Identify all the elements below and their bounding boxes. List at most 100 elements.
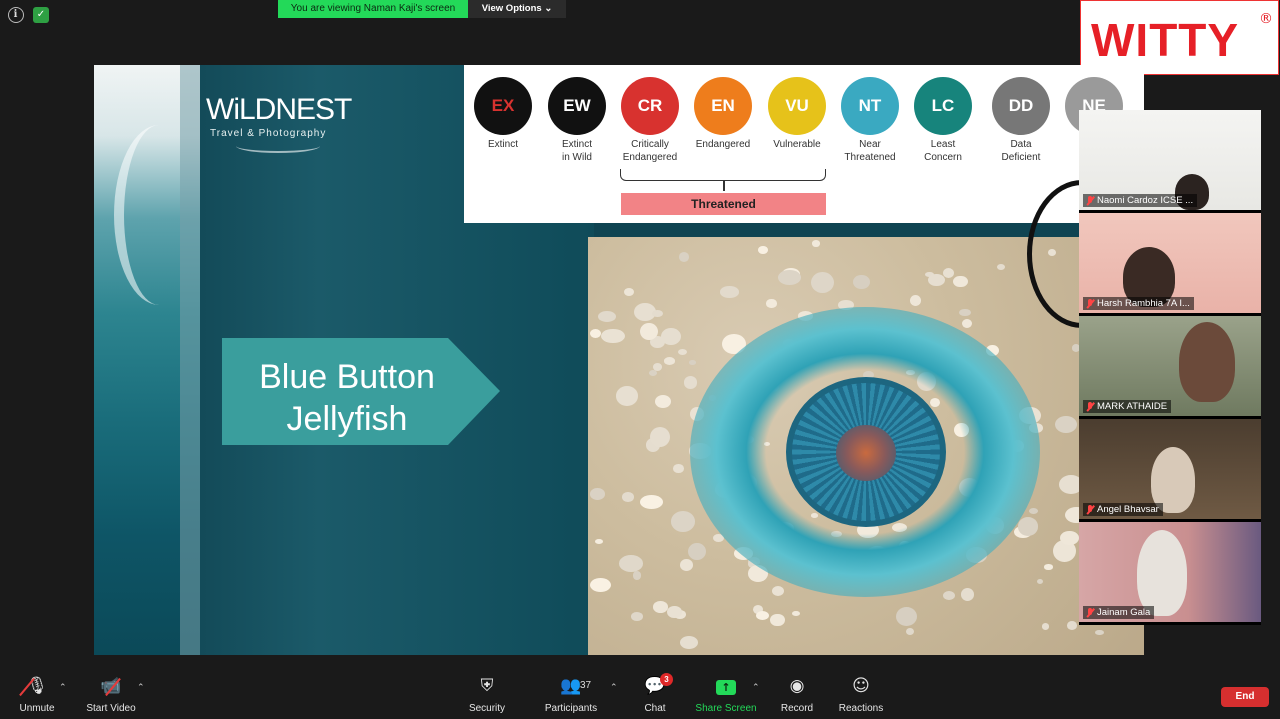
iucn-category-label: Near Threatened [844, 139, 896, 163]
sand-pebble [720, 286, 740, 298]
participant-name: Harsh Rambhia 7A I... [1083, 297, 1194, 310]
iucn-category-ew: EW Extinct in Wild [541, 77, 613, 164]
sand-pebble [1028, 508, 1038, 514]
sand-pebble [1066, 620, 1078, 630]
participant-tile[interactable]: Harsh Rambhia 7A I... [1079, 213, 1261, 313]
sand-pebble [996, 264, 1005, 271]
sand-pebble [962, 318, 973, 328]
sand-pebble [589, 329, 601, 339]
participant-video-strip[interactable]: Naomi Cardoz ICSE ... Harsh Rambhia 7A I… [1079, 110, 1261, 625]
iucn-category-code: VU [768, 77, 826, 135]
sand-pebble [1044, 564, 1053, 570]
participant-tile[interactable]: MARK ATHAIDE [1079, 316, 1261, 416]
participant-count: 37 [580, 680, 592, 691]
security-button[interactable]: ⛨ Security [442, 675, 532, 719]
sand-pebble [688, 360, 697, 365]
smiley-icon: ☺ [852, 676, 870, 696]
sand-pebble [959, 308, 972, 317]
sand-pebble [639, 494, 664, 510]
sand-pebble [621, 492, 634, 503]
muted-mic-icon [1085, 401, 1095, 412]
sand-pebble [600, 328, 625, 344]
iucn-category-lc: LC Least Concern [907, 77, 979, 164]
sand-pebble [766, 299, 777, 308]
reactions-button[interactable]: ☺ Reactions [816, 675, 906, 719]
iucn-category-code: CR [621, 77, 679, 135]
sand-pebble [909, 295, 921, 307]
sand-pebble [771, 586, 784, 597]
iucn-category-code: EW [548, 77, 606, 135]
share-screen-icon: ↑ [716, 680, 736, 695]
participants-icon: 👥 37 [560, 676, 592, 696]
iucn-category-label: Extinct in Wild [561, 139, 592, 163]
sand-pebble [678, 348, 688, 355]
sand-pebble [1060, 530, 1080, 546]
iucn-category-label: Critically Endangered [622, 139, 678, 163]
sand-pebble [811, 240, 820, 247]
logo-swoosh-icon [236, 139, 320, 153]
iucn-category-nt: NT Near Threatened [834, 77, 906, 164]
muted-mic-icon [1085, 504, 1095, 515]
slide-title-line-2: Jellyfish [286, 400, 408, 438]
video-options-caret-icon[interactable]: ⌃ [137, 683, 147, 693]
sand-pebble [943, 590, 956, 601]
sand-pebble [905, 627, 915, 636]
logo-tagline: Travel & Photography [210, 128, 327, 139]
sand-pebble [1017, 517, 1039, 536]
participant-tile[interactable]: Angel Bhavsar [1079, 419, 1261, 519]
sand-pebble [680, 636, 699, 650]
iucn-category-cr: CR Critically Endangered [614, 77, 686, 164]
participants-button[interactable]: 👥 37 Participants [526, 675, 616, 719]
sand-pebble [661, 327, 682, 345]
muted-mic-icon [1085, 298, 1095, 309]
view-options-button[interactable]: View Options ⌄ [468, 0, 566, 18]
wildnest-logo: WiLDNEST Travel & Photography [206, 93, 356, 157]
logo-wordmark: WiLDNEST [206, 93, 352, 126]
sand-pebble [1095, 629, 1105, 636]
sand-pebble [778, 270, 802, 285]
sand-pebble [615, 386, 638, 406]
slide-title-banner: Blue Button Jellyfish [222, 338, 502, 445]
sand-pebble [687, 542, 706, 561]
start-video-button[interactable]: 📹 Start Video [66, 675, 156, 719]
iucn-status-panel: EX Extinct EW Extinct in Wild CR Critically E… [464, 65, 1144, 223]
sand-pebble [953, 275, 968, 288]
iucn-category-vu: VU Vulnerable [761, 77, 833, 151]
registered-mark: ® [1259, 11, 1273, 27]
iucn-category-ex: EX Extinct [467, 77, 539, 151]
sand-pebble [679, 252, 690, 262]
sand-pebble [758, 245, 768, 254]
threatened-bracket [620, 169, 826, 181]
encryption-shield-icon[interactable] [33, 7, 49, 23]
iucn-category-en: EN Endangered [687, 77, 759, 151]
iucn-category-label: Data Deficient [1001, 139, 1041, 163]
threatened-bracket-tick [723, 181, 725, 191]
shared-screen-slide: WiLDNEST Travel & Photography Blue Butto… [94, 65, 1144, 655]
sand-pebble [589, 577, 612, 593]
sand-pebble [1036, 578, 1043, 584]
sand-pebble [679, 559, 693, 572]
iucn-category-code: EN [694, 77, 752, 135]
slide-title-line-1: Blue Button [259, 358, 435, 396]
participant-name: Jainam Gala [1083, 606, 1155, 619]
sand-pebble [1041, 623, 1050, 630]
iucn-category-code: LC [914, 77, 972, 135]
participant-tile[interactable]: Naomi Cardoz ICSE ... [1079, 110, 1261, 210]
participant-tile[interactable]: Jainam Gala [1079, 522, 1261, 622]
iucn-category-code: EX [474, 77, 532, 135]
iucn-category-code: NT [841, 77, 899, 135]
sand-pebble [684, 376, 698, 389]
brand-wordmark: WITTY [1091, 14, 1240, 66]
sand-pebble [651, 309, 663, 317]
sand-pebble [895, 607, 918, 627]
sand-pebble [853, 274, 870, 289]
info-icon[interactable] [8, 7, 24, 23]
decorative-stripe [180, 65, 200, 655]
sand-pebble [810, 271, 834, 294]
iucn-category-label: Least Concern [924, 139, 962, 163]
participant-name: Angel Bhavsar [1083, 503, 1163, 516]
jellyfish-center [836, 425, 896, 481]
zoom-meeting-window: You are viewing Naman Kaji's screen View… [0, 0, 1280, 719]
iucn-category-label: Endangered [695, 139, 751, 150]
end-meeting-button[interactable]: End [1221, 687, 1269, 707]
